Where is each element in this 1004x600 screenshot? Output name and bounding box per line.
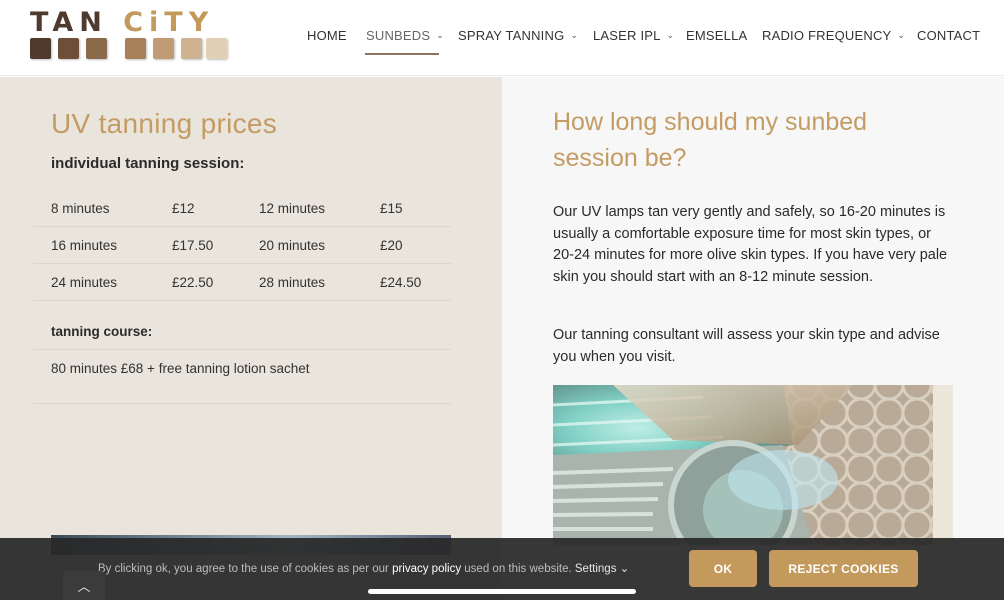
nav-label: RADIO FREQUENCY (762, 27, 892, 43)
nav-label: SPRAY TANNING (458, 27, 565, 43)
price-cell: £12 (172, 201, 195, 216)
duration-cell: 24 minutes (51, 275, 118, 290)
cookie-message: By clicking ok, you agree to the use of … (98, 561, 629, 575)
nav-sunbeds[interactable]: SUNBEDS ⌄ (366, 25, 444, 45)
nav-label: CONTACT (917, 27, 981, 43)
duration-cell: 20 minutes (259, 238, 326, 253)
nav-label: SUNBEDS (366, 27, 431, 43)
settings-label: Settings (574, 563, 617, 575)
price-cell: £22.50 (172, 275, 214, 290)
price-table: 8 minutes £12 12 minutes £15 16 minutes … (33, 190, 451, 301)
scroll-to-top-button[interactable]: ︿ (63, 571, 105, 600)
session-label: individual tanning session: (51, 155, 245, 172)
divider (33, 403, 451, 404)
nav-home[interactable]: HOME (307, 25, 347, 45)
chevron-down-icon: ⌄ (619, 563, 630, 575)
cookie-text-start: By clicking ok, you agree to the use of … (98, 563, 393, 575)
price-cell: £17.50 (172, 238, 214, 253)
table-row: 24 minutes £22.50 28 minutes £24.50 (33, 264, 451, 301)
nav-contact[interactable]: CONTACT (917, 25, 980, 45)
cookie-ok-button[interactable]: OK (689, 550, 757, 587)
duration-cell: 28 minutes (259, 275, 326, 290)
duration-cell: 12 minutes (259, 201, 326, 216)
price-cell: £20 (380, 238, 403, 253)
nav-laser-ipl[interactable]: LASER IPL ⌄ (593, 25, 674, 45)
reject-cookies-button[interactable]: REJECT COOKIES (769, 550, 918, 587)
price-cell: £24.50 (380, 275, 422, 290)
sunbed-photo (553, 385, 953, 545)
site-header: TAN CiTY HOME SUNBEDS ⌄ SPRAY TANNING ⌄ LA… (0, 0, 1004, 76)
course-price: 80 minutes £68 + free tanning lotion sac… (51, 361, 310, 376)
active-nav-underline (365, 53, 439, 55)
nav-label: LASER IPL (593, 27, 661, 43)
session-length-paragraph: Our UV lamps tan very gently and safely,… (553, 204, 948, 285)
prices-heading: UV tanning prices (51, 108, 278, 139)
chevron-down-icon: ⌄ (570, 29, 579, 40)
nav-radio-frequency[interactable]: RADIO FREQUENCY ⌄ (762, 25, 905, 45)
main-nav: HOME SUNBEDS ⌄ SPRAY TANNING ⌄ LASER IPL ⌄ … (0, 0, 1004, 76)
divider (33, 349, 451, 350)
table-row: 16 minutes £17.50 20 minutes £20 (33, 227, 451, 264)
chevron-down-icon: ⌄ (666, 29, 675, 40)
session-length-heading: How long should my sunbed session be? (553, 108, 868, 172)
nav-emsella[interactable]: EMSELLA (686, 25, 747, 45)
chevron-down-icon: ⌄ (897, 29, 906, 40)
home-indicator-bar[interactable] (368, 589, 636, 594)
cookie-text-end: used on this website. (461, 563, 575, 575)
course-label: tanning course: (51, 324, 153, 339)
nav-label: HOME (307, 27, 347, 43)
nav-label: EMSELLA (686, 27, 748, 43)
duration-cell: 8 minutes (51, 201, 110, 216)
duration-cell: 16 minutes (51, 238, 118, 253)
chevron-down-icon: ⌄ (436, 29, 444, 40)
price-cell: £15 (380, 201, 403, 216)
consultant-paragraph: Our tanning consultant will assess your … (553, 327, 940, 365)
table-row: 8 minutes £12 12 minutes £15 (33, 190, 451, 227)
nav-spray-tanning[interactable]: SPRAY TANNING ⌄ (458, 25, 578, 45)
chevron-up-icon: ︿ (77, 579, 91, 594)
privacy-policy-link[interactable]: privacy policy (392, 563, 461, 575)
cookie-settings-link[interactable]: Settings ⌄ (575, 563, 629, 575)
